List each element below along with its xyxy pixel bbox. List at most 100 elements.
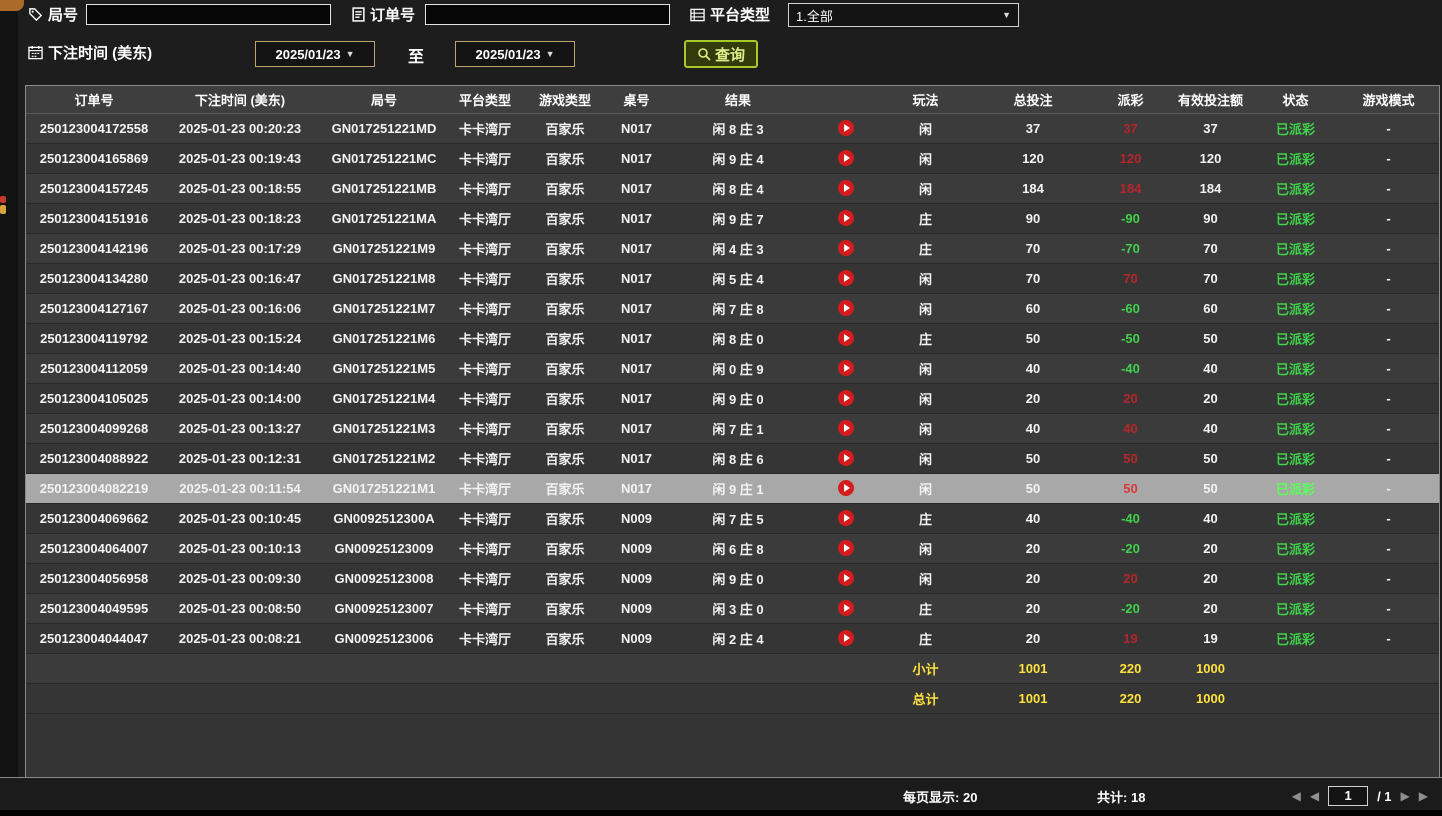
summary-payout: 220: [1093, 653, 1168, 683]
cell-valid_bet: 50: [1168, 323, 1253, 353]
query-button[interactable]: 查询: [684, 40, 758, 68]
table-row[interactable]: 2501230041658692025-01-23 00:19:43GN0172…: [26, 143, 1439, 173]
table-row[interactable]: 2501230040822192025-01-23 00:11:54GN0172…: [26, 473, 1439, 503]
play-video-icon[interactable]: [838, 510, 854, 526]
platform-filter-label: 平台类型: [690, 4, 770, 25]
play-video-icon[interactable]: [838, 570, 854, 586]
summary-payout: 220: [1093, 683, 1168, 713]
summary-empty-cell: [813, 683, 878, 713]
cell-order: 250123004044047: [26, 623, 162, 653]
next-page-icon[interactable]: ▶: [1401, 787, 1410, 805]
play-video-icon[interactable]: [838, 540, 854, 556]
cell-round: GN017251221M3: [318, 413, 450, 443]
date-to-select[interactable]: 2025/01/23 ▼: [455, 41, 575, 67]
table-row[interactable]: 2501230041342802025-01-23 00:16:47GN0172…: [26, 263, 1439, 293]
cell-platform: 卡卡湾厅: [450, 473, 520, 503]
table-row[interactable]: 2501230040640072025-01-23 00:10:13GN0092…: [26, 533, 1439, 563]
page-input[interactable]: 1: [1328, 786, 1368, 806]
video-cell: [813, 293, 878, 323]
table-row[interactable]: 2501230040696622025-01-23 00:10:45GN0092…: [26, 503, 1439, 533]
column-header: 有效投注额: [1168, 86, 1253, 113]
summary-empty-cell: [610, 683, 663, 713]
cell-round: GN017251221M7: [318, 293, 450, 323]
cell-platform: 卡卡湾厅: [450, 263, 520, 293]
play-video-icon[interactable]: [838, 390, 854, 406]
cell-status: 已派彩: [1253, 623, 1338, 653]
cell-game: 百家乐: [520, 233, 610, 263]
video-cell: [813, 323, 878, 353]
summary-empty-cell: [1253, 683, 1338, 713]
cell-status: 已派彩: [1253, 263, 1338, 293]
table-row[interactable]: 2501230041725582025-01-23 00:20:23GN0172…: [26, 113, 1439, 143]
play-video-icon[interactable]: [838, 300, 854, 316]
cell-mode: -: [1338, 233, 1439, 263]
background-artifact: [0, 196, 6, 203]
last-page-icon[interactable]: ▶: [1419, 787, 1428, 805]
video-cell: [813, 563, 878, 593]
table-row[interactable]: 2501230041197922025-01-23 00:15:24GN0172…: [26, 323, 1439, 353]
prev-page-icon[interactable]: ◀: [1310, 787, 1319, 805]
play-video-icon[interactable]: [838, 630, 854, 646]
cell-total_bet: 40: [973, 413, 1093, 443]
summary-empty-cell: [26, 653, 162, 683]
play-video-icon[interactable]: [838, 360, 854, 376]
summary-total-bet: 1001: [973, 683, 1093, 713]
date-from-select[interactable]: 2025/01/23 ▼: [255, 41, 375, 67]
cell-round: GN017251221M2: [318, 443, 450, 473]
table-row[interactable]: 2501230040495952025-01-23 00:08:50GN0092…: [26, 593, 1439, 623]
play-video-icon[interactable]: [838, 240, 854, 256]
cell-payout: 40: [1093, 413, 1168, 443]
date-to-value: 2025/01/23: [476, 47, 541, 62]
platform-select[interactable]: 1.全部 ▼: [788, 3, 1019, 27]
table-row[interactable]: 2501230041120592025-01-23 00:14:40GN0172…: [26, 353, 1439, 383]
table-row[interactable]: 2501230040440472025-01-23 00:08:21GN0092…: [26, 623, 1439, 653]
table-row[interactable]: 2501230040992682025-01-23 00:13:27GN0172…: [26, 413, 1439, 443]
first-page-icon[interactable]: ◀: [1292, 787, 1301, 805]
summary-empty-cell: [318, 683, 450, 713]
play-video-icon[interactable]: [838, 480, 854, 496]
cell-mode: -: [1338, 593, 1439, 623]
play-video-icon[interactable]: [838, 180, 854, 196]
table-row[interactable]: 2501230041050252025-01-23 00:14:00GN0172…: [26, 383, 1439, 413]
round-input[interactable]: [86, 4, 331, 25]
pager: ◀ ◀ 1 / 1 ▶ ▶: [1292, 786, 1428, 806]
play-video-icon[interactable]: [838, 210, 854, 226]
table-row[interactable]: 2501230041421962025-01-23 00:17:29GN0172…: [26, 233, 1439, 263]
play-video-icon[interactable]: [838, 150, 854, 166]
cell-payout: 184: [1093, 173, 1168, 203]
table-row[interactable]: 2501230040889222025-01-23 00:12:31GN0172…: [26, 443, 1439, 473]
cell-table_no: N009: [610, 563, 663, 593]
table-row[interactable]: 2501230041271672025-01-23 00:16:06GN0172…: [26, 293, 1439, 323]
cell-play: 庄: [878, 203, 973, 233]
play-video-icon[interactable]: [838, 270, 854, 286]
cell-total_bet: 20: [973, 563, 1093, 593]
cell-total_bet: 20: [973, 383, 1093, 413]
table-row[interactable]: 2501230040569582025-01-23 00:09:30GN0092…: [26, 563, 1439, 593]
cell-payout: 19: [1093, 623, 1168, 653]
play-video-icon[interactable]: [838, 450, 854, 466]
cell-order: 250123004099268: [26, 413, 162, 443]
summary-empty-cell: [1338, 653, 1439, 683]
platform-label: 平台类型: [710, 4, 770, 25]
video-cell: [813, 533, 878, 563]
document-icon: [352, 7, 365, 22]
cell-total_bet: 50: [973, 323, 1093, 353]
order-input[interactable]: [425, 4, 670, 25]
cell-order: 250123004172558: [26, 113, 162, 143]
table-row[interactable]: 2501230041572452025-01-23 00:18:55GN0172…: [26, 173, 1439, 203]
play-video-icon[interactable]: [838, 120, 854, 136]
cell-platform: 卡卡湾厅: [450, 593, 520, 623]
cell-order: 250123004082219: [26, 473, 162, 503]
cell-result: 闲 3 庄 0: [663, 593, 813, 623]
table-row[interactable]: 2501230041519162025-01-23 00:18:23GN0172…: [26, 203, 1439, 233]
cell-status: 已派彩: [1253, 533, 1338, 563]
cell-valid_bet: 120: [1168, 143, 1253, 173]
cell-status: 已派彩: [1253, 143, 1338, 173]
video-cell: [813, 233, 878, 263]
column-header: 派彩: [1093, 86, 1168, 113]
summary-valid-bet: 1000: [1168, 683, 1253, 713]
play-video-icon[interactable]: [838, 600, 854, 616]
cell-play: 闲: [878, 533, 973, 563]
play-video-icon[interactable]: [838, 330, 854, 346]
play-video-icon[interactable]: [838, 420, 854, 436]
